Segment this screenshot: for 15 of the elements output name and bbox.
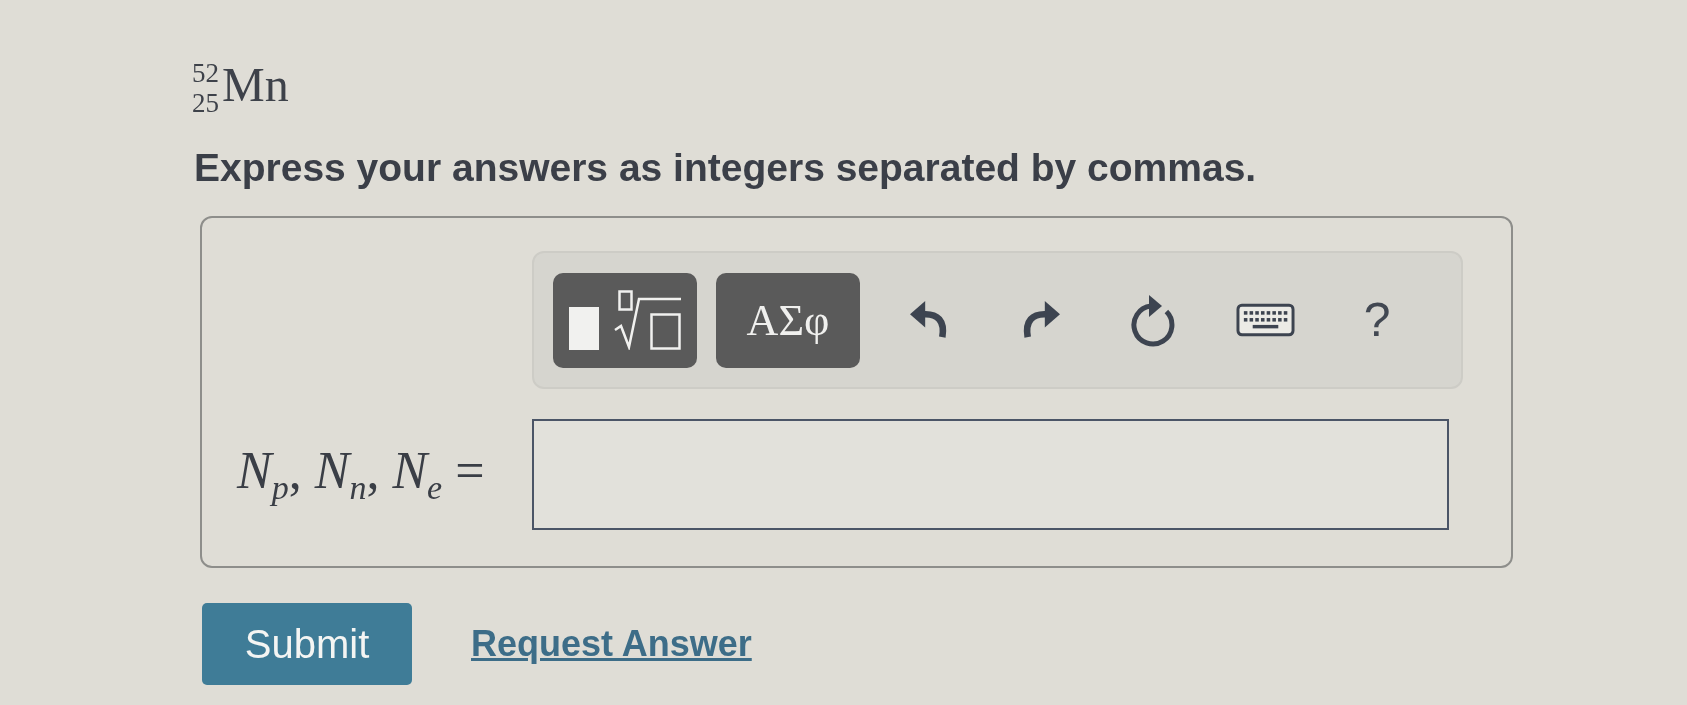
element-symbol: Mn: [222, 57, 289, 113]
request-answer-link[interactable]: Request Answer: [471, 623, 752, 665]
mass-number: 52: [192, 58, 219, 88]
redo-arrow-icon[interactable]: [1022, 301, 1060, 339]
instruction-text: Express your answers as integers separated by commas.: [194, 145, 1257, 191]
greek-symbols-button[interactable]: ΑΣφ: [716, 272, 860, 368]
answer-input-field[interactable]: [532, 419, 1449, 530]
templates-button[interactable]: [553, 272, 697, 368]
help-button[interactable]: ?: [1363, 294, 1391, 346]
submit-button[interactable]: Submit: [202, 603, 412, 685]
keyboard-icon[interactable]: [1235, 303, 1295, 337]
atomic-number: 25: [192, 88, 219, 118]
equation-label: N$_{p}$, N$_{n}$, N$_{e}$ =: [235, 441, 485, 508]
radical-template-icon: [569, 290, 681, 350]
undo-arrow-icon[interactable]: [910, 301, 948, 339]
